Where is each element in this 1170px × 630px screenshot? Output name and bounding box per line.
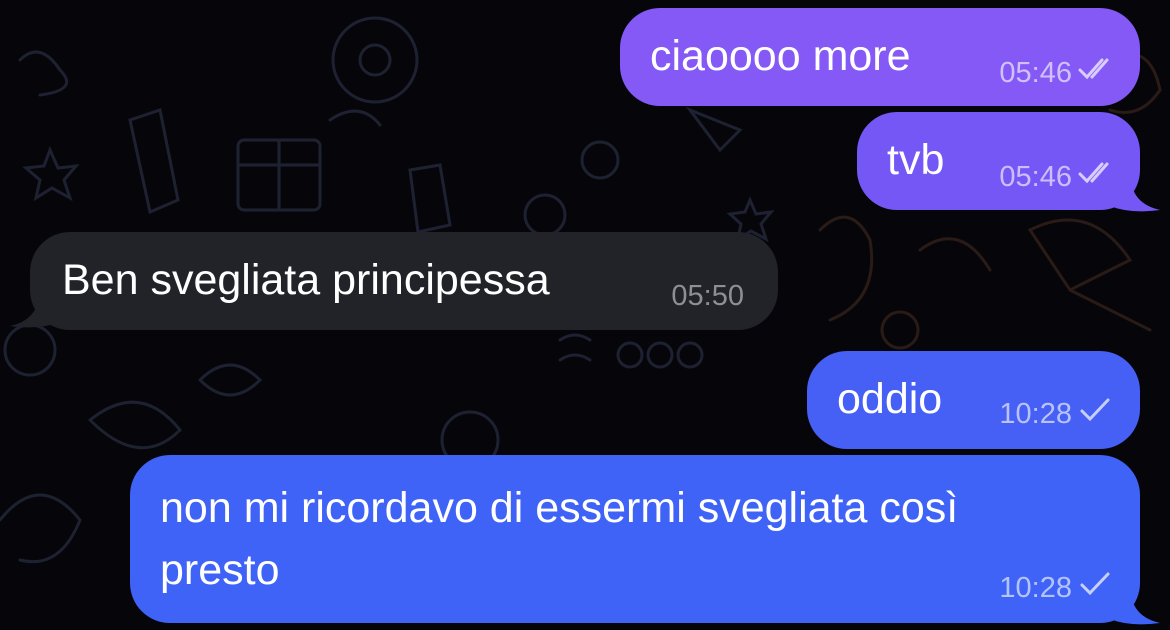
message-time: 10:28 — [999, 571, 1072, 604]
message-time: 05:46 — [999, 160, 1072, 193]
message-meta: 05:50 — [671, 280, 744, 313]
message-text: tvb — [887, 136, 945, 184]
message-meta: 10:28 — [999, 571, 1112, 605]
message-text-line-2: presto — [160, 546, 280, 594]
message-meta: 05:46 — [999, 56, 1116, 90]
outgoing-message-bubble[interactable]: tvb 05:46 — [857, 112, 1140, 210]
bubble-tail — [1110, 176, 1160, 212]
single-check-icon — [1078, 571, 1112, 605]
message-time: 10:28 — [999, 397, 1072, 430]
double-check-icon — [1078, 56, 1116, 90]
bubble-tail — [1110, 589, 1160, 625]
message-time: 05:50 — [671, 280, 744, 312]
message-meta: 10:28 — [999, 397, 1112, 431]
message-time: 05:46 — [999, 56, 1072, 89]
message-text: ciaoooo more — [650, 32, 911, 80]
outgoing-message-bubble[interactable]: oddio 10:28 — [807, 351, 1140, 449]
message-text: Ben svegliata principessa — [62, 256, 550, 304]
outgoing-message-bubble[interactable]: non mi ricordavo di essermi svegliata co… — [130, 455, 1140, 623]
incoming-message-bubble[interactable]: Ben svegliata principessa 05:50 — [30, 232, 778, 330]
message-meta: 05:46 — [999, 160, 1116, 194]
message-text: oddio — [837, 375, 943, 423]
outgoing-message-bubble[interactable]: ciaoooo more 05:46 — [620, 8, 1140, 106]
single-check-icon — [1078, 397, 1112, 431]
message-text-line-1: non mi ricordavo di essermi svegliata co… — [160, 484, 959, 532]
